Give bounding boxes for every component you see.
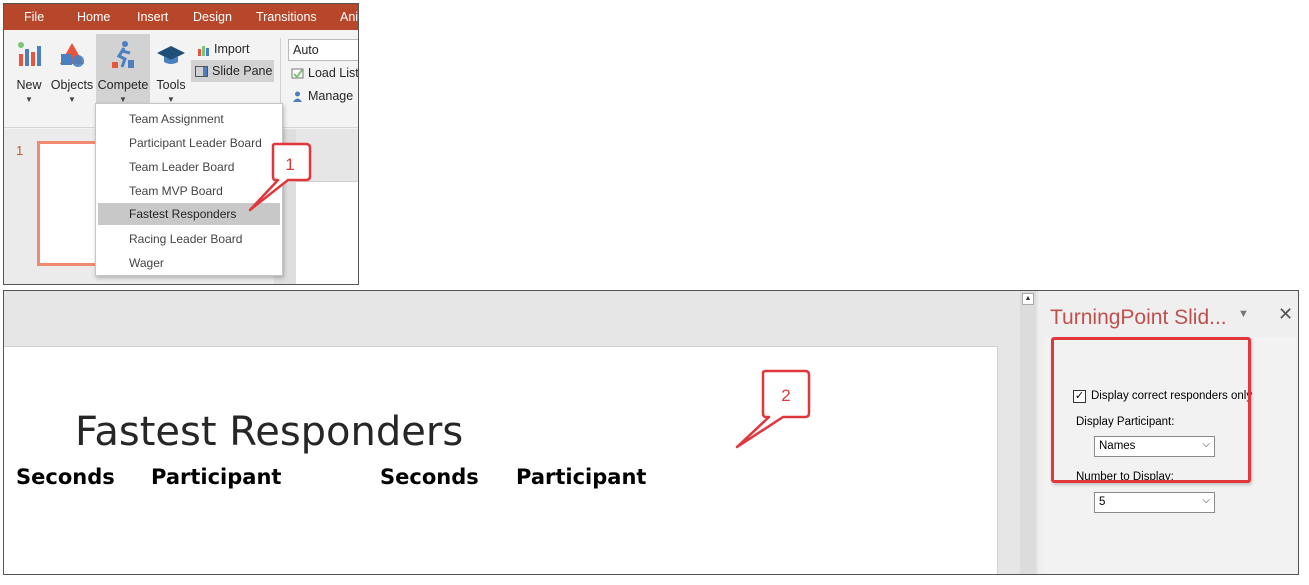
number-to-display-value: 5	[1099, 496, 1106, 508]
load-list-button[interactable]: Load List	[287, 62, 359, 84]
scroll-up-arrow-icon[interactable]: ▲	[1022, 293, 1034, 305]
menu-item-team-assignment[interactable]: Team Assignment	[98, 108, 280, 130]
compete-label: Compete	[97, 78, 149, 92]
import-button[interactable]: Import	[193, 38, 273, 60]
vertical-scrollbar[interactable]: ▲	[1020, 291, 1036, 574]
slide-pane-button[interactable]: Slide Pane	[191, 60, 274, 82]
chevron-down-icon[interactable]: ▼	[1238, 308, 1249, 320]
callout-1-label: 1	[285, 155, 294, 174]
tab-animations[interactable]: Ani	[340, 10, 358, 24]
slide-pane-label: Slide Pane	[212, 64, 273, 78]
highlight-box	[1051, 337, 1251, 483]
chevron-down-icon: ▼	[25, 95, 33, 104]
slide-title[interactable]: Fastest Responders	[75, 409, 463, 455]
tab-insert[interactable]: Insert	[137, 10, 168, 24]
menu-item-wager[interactable]: Wager	[98, 252, 280, 274]
tab-file[interactable]: File	[24, 10, 44, 24]
compete-button[interactable]: Compete ▼	[96, 34, 150, 108]
chevron-down-icon: ▼	[68, 95, 76, 104]
load-list-icon	[291, 68, 304, 79]
slide-pane-icon	[195, 65, 208, 77]
tab-transitions[interactable]: Transitions	[256, 10, 317, 24]
slide-canvas: Fastest Responders Seconds Participant S…	[4, 346, 998, 574]
ribbon-divider	[280, 38, 281, 104]
manage-button[interactable]: Manage ▼	[287, 85, 358, 107]
slide-number: 1	[16, 143, 24, 158]
import-chart-icon	[198, 45, 209, 56]
menu-item-racing-leader-board[interactable]: Racing Leader Board	[98, 228, 280, 250]
objects-label: Objects	[50, 78, 94, 92]
user-icon	[293, 91, 302, 102]
callout-2-bubble: 2	[735, 369, 811, 449]
column-header-seconds-1: Seconds	[16, 465, 115, 489]
load-list-label: Load List	[308, 66, 359, 80]
objects-button[interactable]: Objects ▼	[50, 34, 94, 108]
new-label: New	[16, 78, 42, 92]
new-chart-icon	[18, 42, 41, 66]
new-button[interactable]: New ▼	[12, 34, 46, 108]
tools-label: Tools	[156, 78, 186, 92]
number-to-display-select[interactable]: 5 ⌵	[1094, 492, 1215, 513]
tools-button[interactable]: Tools ▼	[153, 34, 189, 108]
tab-design[interactable]: Design	[193, 10, 232, 24]
task-pane-title: TurningPoint Slid...	[1050, 306, 1227, 329]
graduation-cap-icon	[157, 46, 185, 64]
column-header-seconds-2: Seconds	[380, 465, 479, 489]
ribbon-tab-bar: File Home Insert Design Transitions Ani	[4, 4, 358, 30]
tab-home[interactable]: Home	[77, 10, 110, 24]
column-header-participant-1: Participant	[151, 465, 282, 489]
close-icon[interactable]: ✕	[1278, 304, 1293, 325]
shapes-icon	[60, 43, 84, 67]
runner-icon	[112, 41, 134, 68]
callout-2-label: 2	[781, 386, 790, 405]
chevron-down-icon: ⌵	[1202, 495, 1210, 506]
column-header-participant-2: Participant	[516, 465, 647, 489]
callout-1-bubble: 1	[248, 142, 312, 212]
manage-label: Manage	[308, 89, 354, 103]
chevron-down-icon: ▼	[357, 92, 358, 101]
import-label: Import	[214, 42, 250, 56]
response-device-select[interactable]: Auto	[288, 39, 358, 61]
